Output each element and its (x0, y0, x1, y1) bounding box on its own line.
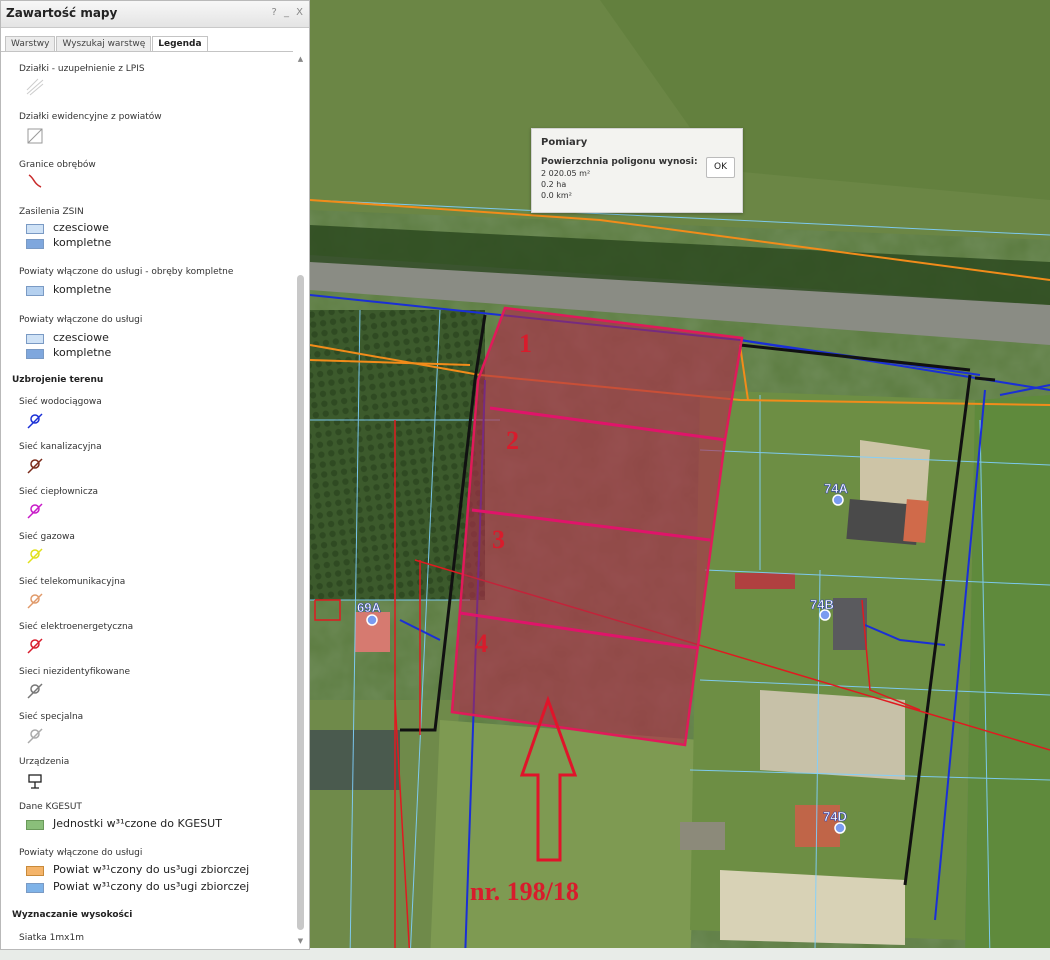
close-button[interactable]: X (296, 7, 303, 18)
legend-label: Sieć elektroenergetyczna (19, 622, 134, 632)
plot-number-3: 3 (492, 525, 505, 554)
measurement-popup: Pomiary Powierzchnia poligonu wynosi: 2 … (531, 128, 743, 213)
scroll-down-icon[interactable]: ▼ (296, 937, 305, 945)
legend-label: Sieć wodociągowa (19, 397, 102, 407)
legend-label: Sieć ciepłownicza (19, 487, 99, 497)
svg-text:74D: 74D (823, 809, 847, 824)
legend-label: Powiaty włączone do usługi - obręby komp… (19, 267, 234, 277)
device-icon (28, 774, 42, 789)
legend-label: Jednostki w³¹czone do KGESUT (53, 817, 222, 830)
swatch-blue-icon (26, 883, 44, 893)
popup-subtitle: Powierzchnia poligonu wynosi: (541, 157, 698, 167)
area-m2: 2 020.05 m² (541, 169, 591, 178)
telecom-network-icon (27, 593, 43, 609)
scroll-up-icon[interactable]: ▲ (296, 55, 305, 63)
area-ha: 0.2 ha (541, 180, 567, 189)
help-button[interactable]: ? (271, 7, 276, 18)
panel-tabs: Warstwy Wyszukaj warstwę Legenda (5, 31, 209, 51)
panel-title: Zawartość mapy (6, 6, 118, 20)
heat-network-icon (27, 503, 43, 519)
legend-label: Działki - uzupełnienie z LPIS (19, 64, 145, 74)
parcel-icon (27, 128, 43, 144)
legend-label: czesciowe (53, 331, 109, 344)
minimize-button[interactable]: _ (284, 7, 289, 18)
legend-label: Powiat w³¹czony do us³ugi zbiorczej (53, 863, 250, 876)
legend-label: Sieć telekomunikacyjna (19, 577, 126, 587)
water-network-icon (27, 413, 43, 429)
map-contents-panel[interactable]: Zawartość mapy ? _ X Warstwy Wyszukaj war… (0, 0, 310, 950)
svg-text:69A: 69A (357, 600, 381, 615)
popup-title: Pomiary (541, 137, 588, 148)
legend-label: Sieci niezidentyfikowane (19, 667, 131, 677)
legend-label: kompletne (53, 346, 112, 359)
tab-wyszukaj-warstwe[interactable]: Wyszukaj warstwę (56, 36, 152, 51)
sewer-network-icon (27, 458, 43, 474)
legend-label: kompletne (53, 283, 112, 296)
ok-button[interactable]: OK (706, 157, 735, 178)
area-km2: 0.0 km² (541, 191, 572, 200)
panel-titlebar[interactable]: Zawartość mapy ? _ X (1, 1, 309, 28)
unidentified-network-icon (27, 683, 43, 699)
legend-section-header: Wyznaczanie wysokości (12, 910, 133, 920)
legend-label: Powiat w³¹czony do us³ugi zbiorczej (53, 880, 250, 893)
boundary-icon (28, 174, 42, 188)
swatch-blue-icon (26, 349, 44, 359)
legend-label: Siatka 1mx1m (19, 933, 84, 943)
legend-label: Urządzenia (19, 757, 70, 767)
plot-number-2: 2 (506, 426, 519, 455)
legend-label: Zasilenia ZSIN (19, 207, 84, 217)
swatch-blue-icon (26, 239, 44, 249)
legend-label: Działki ewidencyjne z powiatów (19, 112, 162, 122)
swatch-light-blue-icon (26, 286, 44, 296)
parcel-number-label: nr. 198/18 (470, 877, 579, 906)
legend-label: czesciowe (53, 221, 109, 234)
tab-legenda[interactable]: Legenda (152, 36, 208, 51)
power-network-icon (27, 638, 43, 654)
swatch-light-blue-icon (26, 334, 44, 344)
swatch-light-blue-icon (26, 224, 44, 234)
plot-number-1: 1 (519, 329, 532, 358)
legend-label: Powiaty włączone do usługi (19, 315, 143, 325)
legend-label: Sieć specjalna (19, 712, 84, 722)
svg-text:74B: 74B (810, 597, 834, 612)
legend-list[interactable]: Działki - uzupełnienie z LPIS Działki ew… (1, 51, 293, 947)
swatch-orange-icon (26, 866, 44, 876)
special-network-icon (27, 728, 43, 744)
legend-section-header: Uzbrojenie terenu (12, 375, 104, 385)
legend-label: Sieć gazowa (19, 532, 75, 542)
tab-warstwy[interactable]: Warstwy (5, 36, 56, 51)
legend-scrollbar[interactable]: ▲ ▼ (296, 55, 305, 945)
legend-label: Granice obrębów (19, 160, 96, 170)
legend-label: Powiaty włączone do usługi (19, 848, 143, 858)
scrollbar-thumb[interactable] (297, 275, 304, 930)
legend-label: Sieć kanalizacyjna (19, 442, 102, 452)
parcel-lpis-icon (26, 78, 44, 96)
swatch-green-icon (26, 820, 44, 830)
legend-label: kompletne (53, 236, 112, 249)
plot-number-4: 4 (475, 629, 488, 658)
svg-text:74A: 74A (824, 481, 848, 496)
legend-label: Dane KGESUT (19, 802, 82, 812)
gas-network-icon (27, 548, 43, 564)
